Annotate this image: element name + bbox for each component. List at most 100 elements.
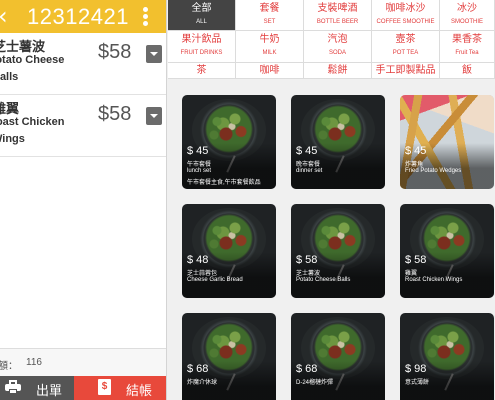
product-name-zh: 芝士薯波 (296, 271, 321, 277)
product-name-zh: 芝士蒜蓉包 (187, 271, 218, 277)
product-name-en: Roast Chicken Wings (405, 277, 463, 283)
product-detail: 午市套餐主食,午市套餐飲品 (187, 180, 261, 186)
cart-item-price: $58 (98, 41, 132, 63)
category-tab[interactable]: 套餐 SET (236, 0, 304, 31)
category-label-zh: 茶 (196, 65, 207, 76)
category-label-en: ALL (196, 19, 207, 25)
pos-app: ‹ 12312421 芝士薯波 Potato Cheese Balls $58 … (0, 0, 495, 400)
category-label-en: POT TEA (392, 50, 419, 56)
cart-item[interactable]: 雞翼 Roast Chicken Wings $58 (0, 95, 166, 157)
category-tab[interactable]: 汽泡 SODA (304, 31, 372, 63)
product-price: $ 45 (187, 145, 209, 157)
cart-item-name-en: Roast Chicken (0, 116, 65, 128)
product-name-zh: 午市套餐 (187, 162, 212, 168)
checkout-button[interactable]: $ 結帳 (74, 376, 166, 400)
product-name-zh: 意式薄餅 (405, 380, 430, 386)
order-number: 12312421 (27, 4, 129, 29)
product-card[interactable]: $ 58 雞翼 Roast Chicken Wings (400, 204, 494, 298)
product-price: $ 45 (296, 145, 318, 157)
category-tab[interactable]: 咖啡 (236, 63, 304, 79)
category-label-zh: 手工即製點品 (375, 65, 436, 76)
cart-item-name-en-cont: Wings (0, 133, 25, 145)
order-header: ‹ 12312421 (0, 0, 166, 33)
category-label-en: BOTTLE BEER (316, 19, 359, 25)
cart-item-dropdown-icon[interactable] (146, 45, 162, 63)
product-card[interactable]: $ 48 芝士蒜蓉包 Cheese Garlic Bread (182, 204, 276, 298)
product-grid: $ 45 午市套餐 lunch set 午市套餐主食,午市套餐飲品 $ 45 晚市套餐 di… (168, 79, 495, 400)
product-card[interactable]: $ 45 炸薯角 Fried Potato Wedges (400, 95, 494, 189)
category-label-zh: 牛奶 (259, 34, 280, 45)
product-card[interactable]: $ 68 炸魔介休球 (182, 313, 276, 400)
checkout-label: 結帳 (126, 383, 153, 398)
category-label-zh: 果汁飲品 (181, 34, 222, 45)
category-tab[interactable]: 手工即製點品 (372, 63, 440, 79)
total-value: 116 (26, 357, 42, 368)
category-label-zh: 全部 (191, 3, 212, 14)
category-tab[interactable]: 冰沙 SMOOTHIE (440, 0, 495, 31)
product-price: $ 58 (405, 254, 427, 266)
product-name-en: dinner set (296, 168, 323, 174)
category-tab[interactable]: 果香茶 Fruit Tea (440, 31, 495, 63)
product-card[interactable]: $ 45 午市套餐 lunch set 午市套餐主食,午市套餐飲品 (182, 95, 276, 189)
product-card[interactable]: $ 58 芝士薯波 Potato Cheese Balls (291, 204, 385, 298)
product-name-zh: 雞翼 (405, 271, 418, 277)
category-label-en: SMOOTHIE (450, 19, 483, 25)
category-tab[interactable]: 牛奶 MILK (236, 31, 304, 63)
printer-icon (5, 380, 21, 394)
print-order-button[interactable]: 出單 (0, 376, 74, 400)
category-label-zh: 咖啡 (259, 65, 280, 76)
category-tab[interactable]: 茶 (168, 63, 236, 79)
category-tab[interactable]: 果汁飲品 FRUIT DRINKS (168, 31, 236, 63)
product-name-zh: 晚市套餐 (296, 162, 321, 168)
product-card[interactable]: $ 68 D-24榴槤炸彈 (291, 313, 385, 400)
category-label-zh: 套餐 (259, 3, 280, 14)
order-panel: ‹ 12312421 芝士薯波 Potato Cheese Balls $58 … (0, 0, 167, 400)
category-tab[interactable]: 支裝啤酒 BOTTLE BEER (304, 0, 372, 31)
cart-item-name-en: Potato Cheese (0, 54, 65, 66)
product-name-zh: 炸魔介休球 (187, 380, 218, 386)
category-label-zh: 壼茶 (395, 34, 416, 45)
total-row: 額： 116 (0, 348, 166, 376)
category-tab[interactable]: 全部 ALL (168, 0, 236, 31)
category-tab[interactable]: 鬆餅 (304, 63, 372, 79)
product-price: $ 98 (405, 363, 427, 375)
product-price: $ 48 (187, 254, 209, 266)
product-card[interactable]: $ 45 晚市套餐 dinner set (291, 95, 385, 189)
category-tab[interactable]: 咖啡冰沙 COFFEE SMOOTHIE (372, 0, 440, 31)
product-name-en: lunch set (187, 168, 212, 174)
cart-item-name-zh: 雞翼 (0, 101, 20, 116)
product-price: $ 45 (405, 145, 427, 157)
category-label-zh: 果香茶 (452, 34, 482, 45)
cart-item-name-en-cont: Balls (0, 71, 19, 83)
back-arrow-icon[interactable]: ‹ (0, 2, 16, 30)
product-name-zh: 炸薯角 (405, 162, 424, 168)
product-price: $ 58 (296, 254, 318, 266)
category-label-en: Fruit Tea (455, 50, 479, 56)
category-tab[interactable]: 壼茶 POT TEA (372, 31, 440, 63)
category-label-en: SET (263, 19, 276, 25)
product-price: $ 68 (187, 363, 209, 375)
product-price: $ 68 (296, 363, 318, 375)
category-label-en: COFFEE SMOOTHIE (376, 19, 435, 25)
category-grid: 全部 ALL 套餐 SET 支裝啤酒 BOTTLE BEER 咖啡冰沙 COFFEE SMOO… (168, 0, 495, 79)
product-card[interactable]: $ 98 意式薄餅 (400, 313, 494, 400)
cart-item-dropdown-icon[interactable] (146, 107, 162, 125)
category-label-zh: 鬆餅 (327, 65, 348, 76)
product-name-en: Fried Potato Wedges (405, 168, 462, 174)
cart-item-price: $58 (98, 103, 132, 125)
category-label-en: SODA (328, 50, 346, 56)
category-label-zh: 汽泡 (327, 34, 348, 45)
product-name-en: Cheese Garlic Bread (187, 277, 243, 283)
cart-item[interactable]: 芝士薯波 Potato Cheese Balls $58 (0, 33, 166, 95)
category-label-zh: 飯 (462, 65, 472, 76)
category-tab[interactable]: 飯 (440, 63, 495, 79)
category-label-zh: 支裝啤酒 (317, 3, 358, 14)
print-order-label: 出單 (36, 383, 63, 398)
category-label-en: MILK (262, 50, 277, 56)
product-name-zh: D-24榴槤炸彈 (296, 380, 334, 386)
more-options-icon[interactable] (143, 7, 149, 27)
category-label-zh: 咖啡冰沙 (385, 3, 426, 14)
total-label: 額： (0, 361, 18, 372)
category-label-en: FRUIT DRINKS (180, 50, 223, 56)
bill-icon: $ (98, 379, 111, 395)
